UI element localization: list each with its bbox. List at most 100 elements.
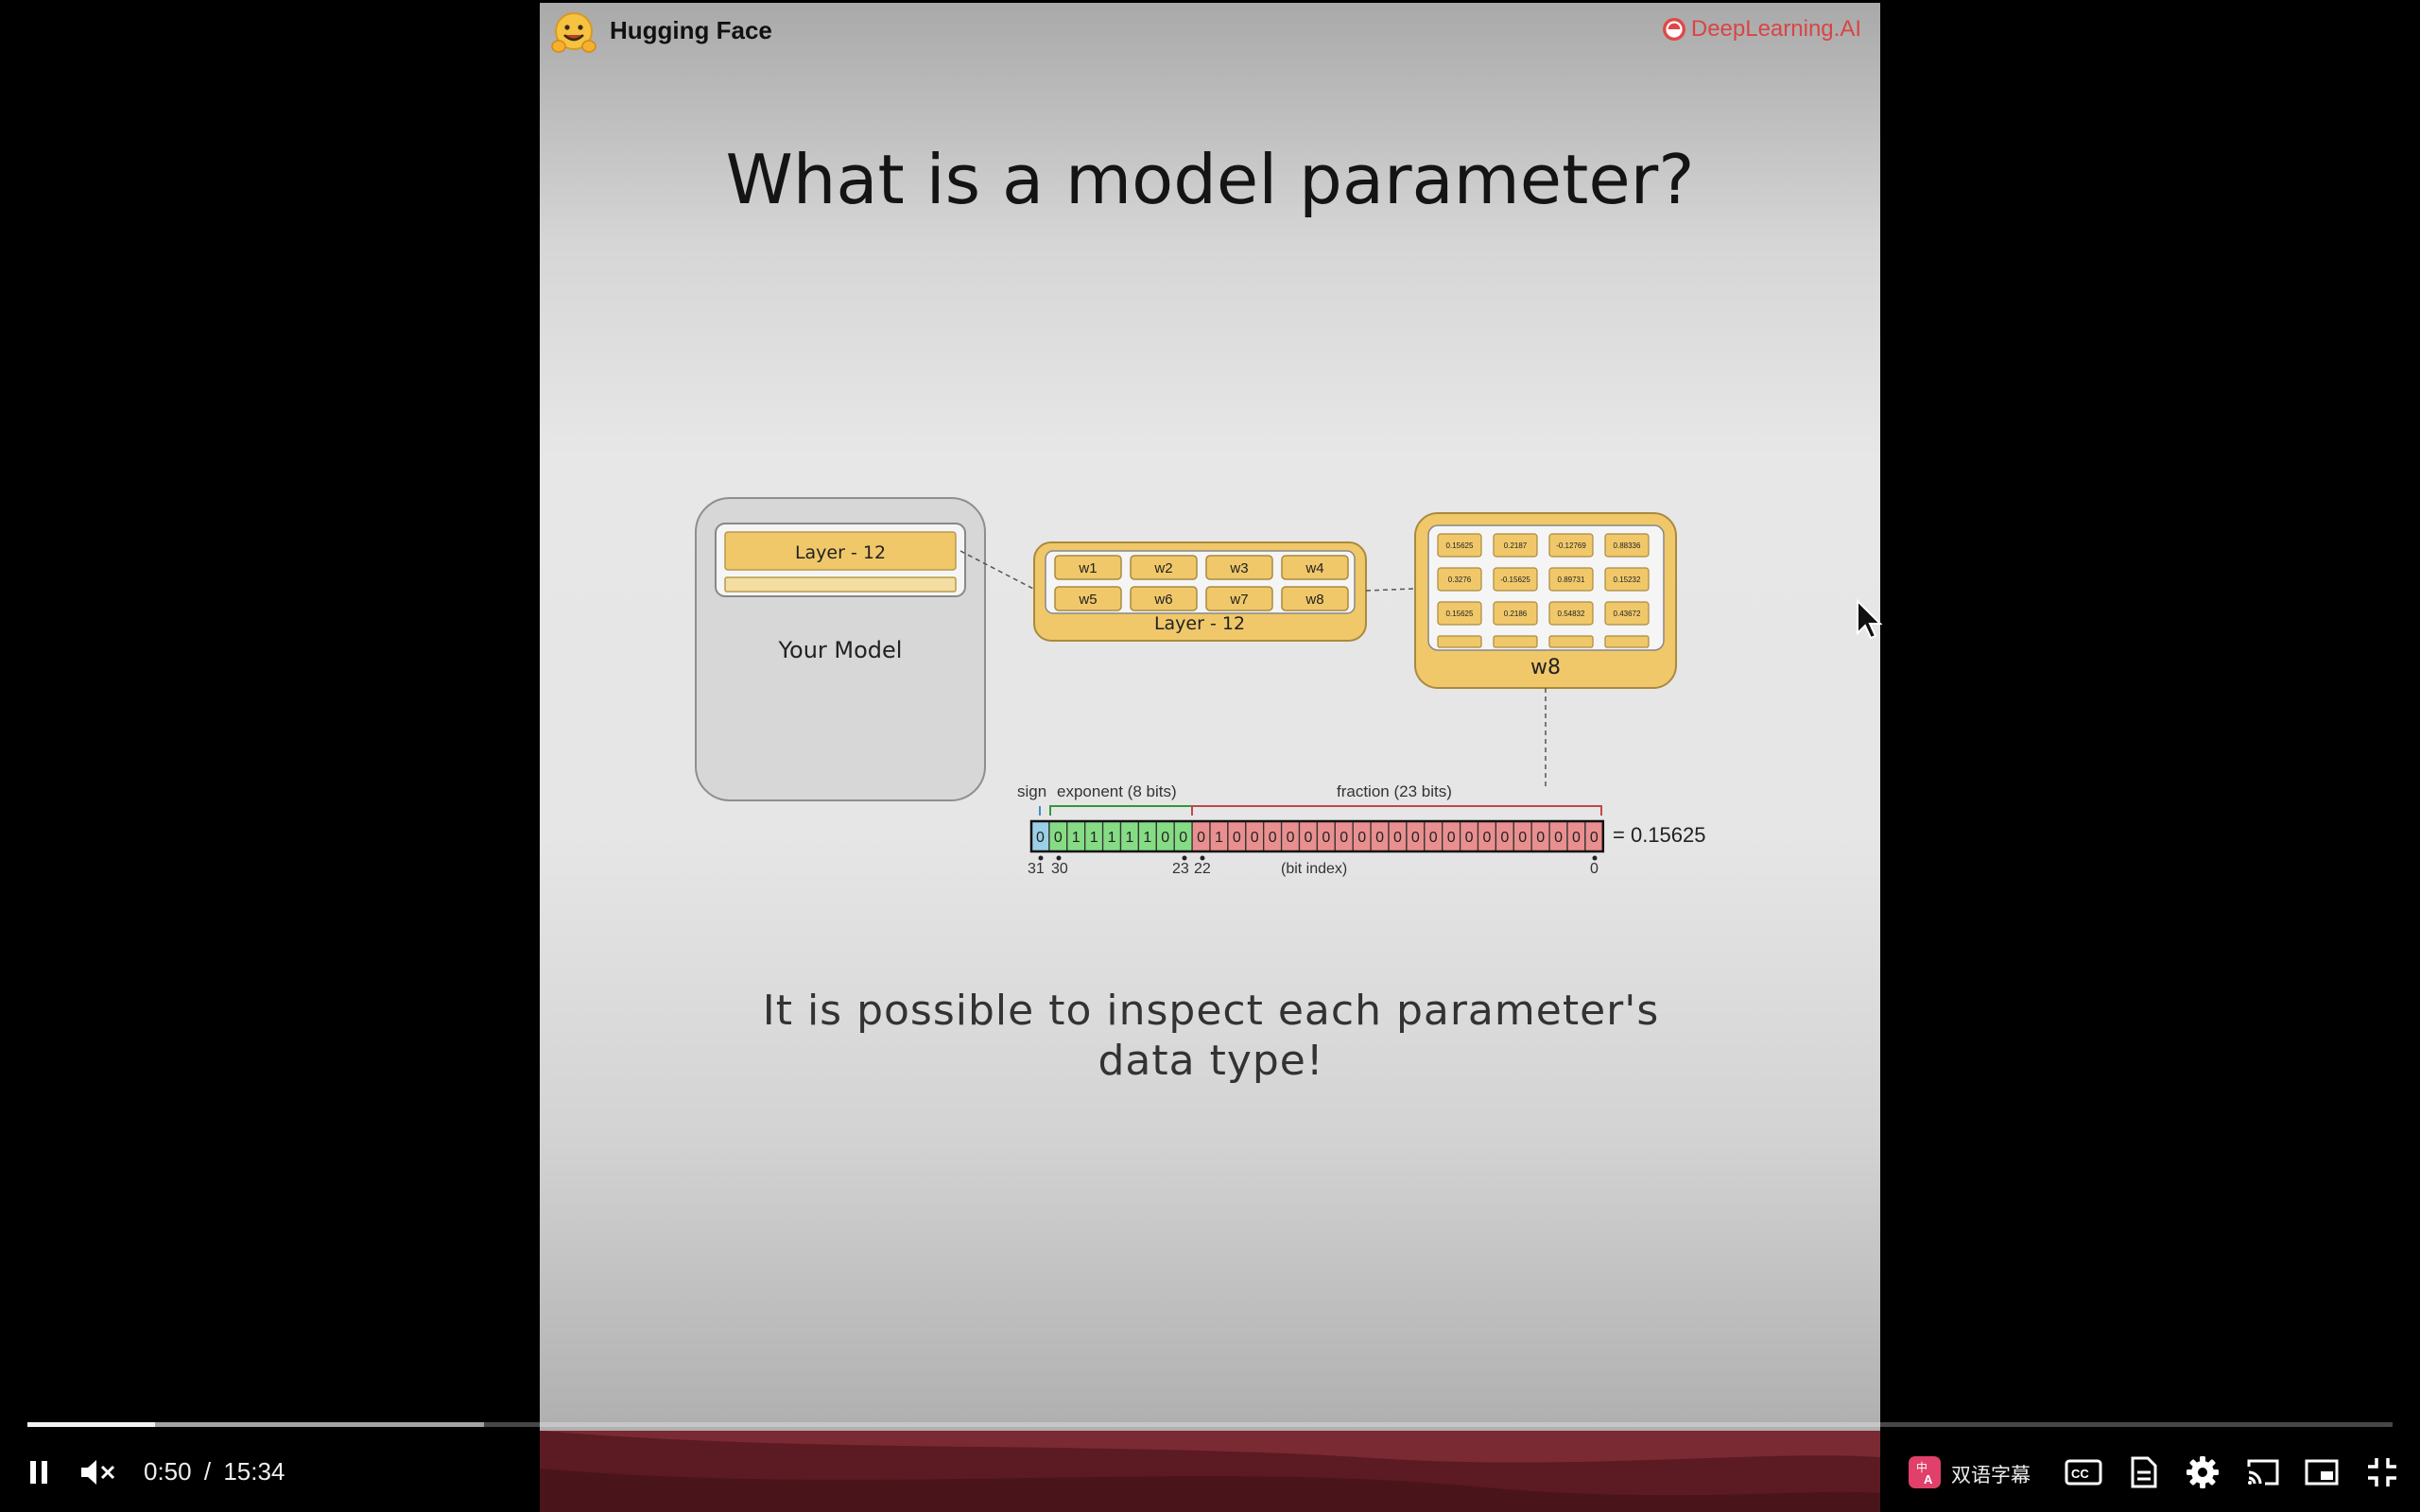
bit-value-2: 0 [1554,830,1563,846]
bit-value-27: 1 [1108,830,1116,846]
matrix-value: 0.54832 [1558,610,1585,618]
bits-group: 00111110001000000000000000000000 [1029,819,1605,853]
exponent-bracket [1049,805,1193,816]
bit-value-9: 0 [1429,830,1438,846]
bit-value-17: 0 [1287,830,1295,846]
bit-value-19: 0 [1251,830,1259,846]
weight-label-w6: w6 [1153,592,1172,608]
bit-value-0: 0 [1590,830,1599,846]
player-controls [0,1399,2420,1512]
bit-value-10: 0 [1411,830,1420,846]
bit-value-16: 0 [1304,830,1312,846]
matrix-value: 0.3276 [1448,576,1472,584]
pause-button[interactable] [19,1452,59,1493]
bit-value-7: 0 [1465,830,1474,846]
parameter-diagram: Layer - 12 Your Model w1 w2 w3 w4 w5 w6 w7 w8 L… [695,497,1705,877]
bilingual-subtitle-label[interactable]: 双语字幕 [1951,1460,2031,1488]
cast-icon [2247,1459,2279,1486]
matrix-cell-partial [1548,635,1594,648]
fraction-label: fraction (23 bits) [1337,782,1452,800]
gear-icon [2187,1456,2219,1488]
bit-index-23: 23 [1172,861,1189,877]
bit-value-30: 0 [1054,830,1063,846]
bit-value-23: 0 [1179,830,1187,846]
bit-value-13: 0 [1357,830,1366,846]
bit-value-6: 0 [1482,830,1491,846]
bit-value-1: 0 [1572,830,1581,846]
bit-index-dots [1038,855,1598,861]
cast-button[interactable] [2242,1452,2284,1493]
captions-button[interactable]: CC [2061,1452,2106,1493]
bit-value-22: 0 [1197,830,1205,846]
bit-value-3: 0 [1536,830,1545,846]
matrix-value: -0.12769 [1556,541,1586,550]
matrix-value: 0.2186 [1504,610,1528,618]
mute-button[interactable] [76,1452,121,1493]
matrix-label: w8 [1530,656,1561,679]
bilingual-subtitle-button[interactable]: 中 A [1906,1452,1944,1493]
model-layer-12-label: Layer - 12 [795,542,886,563]
transcript-button[interactable] [2123,1452,2165,1493]
weight-label-w8: w8 [1305,592,1323,608]
pause-icon [30,1461,47,1484]
exit-fullscreen-icon [2368,1458,2396,1486]
weight-label-w7: w7 [1229,592,1248,608]
connector-layer-matrix [1365,588,1414,592]
matrix-cell-partial [1437,635,1482,648]
bit-value-28: 1 [1090,830,1098,846]
bit-result: = 0.15625 [1613,823,1705,847]
weight-label-w3: w3 [1229,560,1248,576]
matrix-cell-partial [1493,635,1538,648]
bit-value-26: 1 [1125,830,1133,846]
bit-value-29: 1 [1072,830,1080,846]
time-separator: / [203,1457,212,1486]
bit-value-21: 1 [1215,830,1223,846]
matrix-value: 0.15625 [1446,610,1474,618]
miniplayer-icon [2305,1459,2339,1486]
weight-label-w1: w1 [1078,560,1097,576]
weight-label-w5: w5 [1078,592,1097,608]
progress-bar[interactable] [27,1422,2393,1427]
bit-value-8: 0 [1447,830,1456,846]
bit-value-11: 0 [1393,830,1402,846]
bit-index-22: 22 [1194,861,1211,877]
miniplayer-button[interactable] [2301,1452,2342,1493]
caption-line-1: It is possible to inspect each parameter… [762,987,1660,1035]
caption-line-2: data type! [1098,1037,1324,1086]
bit-index-30: 30 [1051,861,1068,877]
bit-index-31: 31 [1028,861,1045,877]
current-time: 0:50 [144,1457,192,1486]
matrix-value: 0.88336 [1614,541,1641,550]
model-label: Your Model [778,637,903,663]
bit-index-0: 0 [1590,861,1599,877]
translate-icon: 中 A [1909,1456,1941,1488]
matrix-value: 0.2187 [1504,541,1528,550]
model-layer-next [724,576,957,593]
slide-caption: It is possible to inspect each parameter… [634,986,1788,1086]
bit-value-18: 0 [1269,830,1277,846]
bit-value-5: 0 [1500,830,1509,846]
svg-text:A: A [1924,1472,1933,1486]
bit-value-25: 1 [1143,830,1151,846]
weight-label-w2: w2 [1153,560,1172,576]
matrix-value: 0.15625 [1446,541,1474,550]
bit-value-14: 0 [1340,830,1348,846]
bit-value-20: 0 [1233,830,1241,846]
matrix-value: -0.15625 [1500,576,1530,584]
exponent-label: exponent (8 bits) [1057,782,1177,800]
bit-index-caption: (bit index) [1281,861,1347,877]
matrix-cell-partial [1604,635,1650,648]
matrix-value: 0.43672 [1614,610,1641,618]
transcript-icon [2131,1456,2157,1488]
weight-label-w4: w4 [1305,560,1323,576]
closed-captions-icon: CC [2065,1459,2102,1486]
bit-value-4: 0 [1518,830,1527,846]
fraction-bracket [1191,805,1602,816]
svg-text:CC: CC [2071,1467,2089,1481]
bit-value-12: 0 [1375,830,1384,846]
layer-label: Layer - 12 [1154,613,1245,634]
video-frame[interactable]: Hugging Face DeepLearning.AI What is a m… [540,3,1880,1512]
time-display: 0:50 / 15:34 [144,1457,285,1486]
settings-button[interactable] [2182,1452,2223,1493]
exit-fullscreen-button[interactable] [2361,1452,2403,1493]
